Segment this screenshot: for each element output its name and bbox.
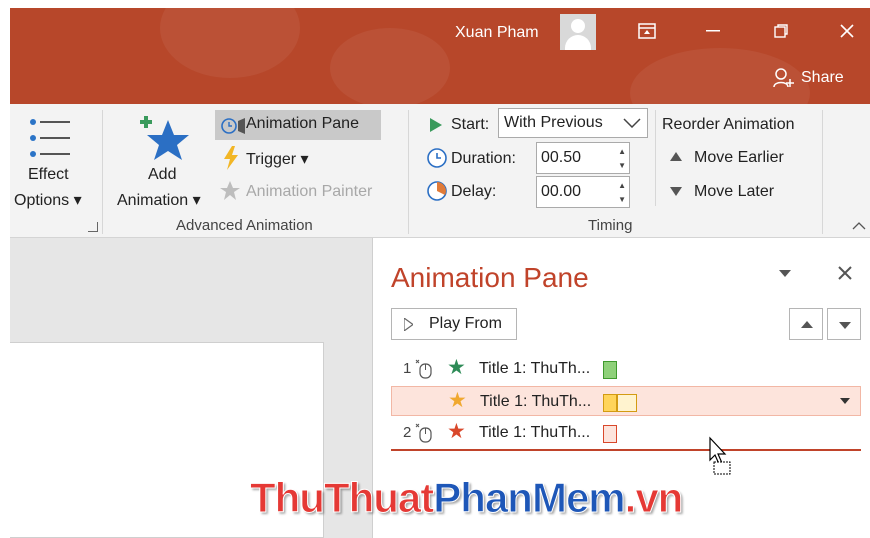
spin-arrows-icon[interactable]: ▲ ▼	[618, 179, 626, 207]
delay-spinner[interactable]: 00.00 ▲ ▼	[536, 176, 630, 208]
timeline-bar	[617, 394, 637, 412]
move-up-button[interactable]	[789, 308, 823, 340]
collapse-ribbon-icon[interactable]	[852, 222, 866, 230]
move-later-button[interactable]: Move Later	[666, 178, 816, 206]
exit-effect-star-icon: ★	[447, 420, 466, 443]
animation-label: Title 1: ThuTh...	[479, 424, 591, 441]
duration-spinner[interactable]: 00.50 ▲ ▼	[536, 142, 630, 174]
move-earlier-label: Move Earlier	[694, 149, 784, 166]
effect-options-button[interactable]: Effect Options ▾	[10, 108, 96, 209]
triangle-up-icon	[670, 152, 682, 161]
entrance-effect-star-icon: ★	[447, 356, 466, 379]
chevron-down-icon	[623, 118, 641, 128]
animation-label: Title 1: ThuTh...	[479, 360, 591, 377]
reorder-animation-label: Reorder Animation	[662, 116, 795, 133]
animation-list-item-selected[interactable]: ★ Title 1: ThuTh...	[391, 386, 861, 416]
mouse-click-icon	[415, 359, 432, 379]
duration-clock-icon	[427, 148, 447, 168]
animation-painter-button[interactable]: Animation Painter	[246, 183, 372, 201]
background-swirl	[330, 28, 450, 104]
triangle-up-icon	[801, 321, 813, 328]
animation-order-number: 2	[403, 424, 412, 441]
item-menu-dropdown-icon[interactable]	[840, 398, 850, 405]
delay-label: Delay:	[451, 183, 497, 200]
start-label: Start:	[451, 116, 490, 133]
triangle-down-icon	[839, 322, 851, 329]
pane-title: Animation Pane	[391, 262, 589, 293]
close-icon[interactable]	[830, 16, 864, 46]
watermark-part3: .vn	[624, 474, 684, 522]
watermark-part1: ThuThuat	[249, 474, 434, 522]
timeline-bar	[603, 425, 617, 443]
share-person-icon	[773, 68, 794, 88]
ribbon-display-options-icon[interactable]	[630, 16, 664, 46]
move-earlier-button[interactable]: Move Earlier	[666, 144, 816, 172]
ribbon-separator	[102, 110, 103, 234]
title-bar: Xuan Pham Share	[10, 8, 870, 104]
timeline-bar	[603, 394, 617, 412]
duration-value: 00.50	[541, 149, 582, 166]
restore-icon[interactable]	[764, 16, 798, 46]
background-swirl	[160, 8, 300, 78]
spin-arrows-icon[interactable]: ▲ ▼	[618, 145, 626, 173]
ribbon-separator	[408, 110, 409, 234]
play-icon	[404, 318, 413, 331]
trigger-button[interactable]: Trigger ▾	[246, 149, 309, 169]
share-label: Share	[801, 69, 844, 86]
effect-options-line1: Effect	[28, 166, 69, 183]
timing-group-label: Timing	[588, 217, 633, 234]
share-button[interactable]: Share	[773, 68, 844, 88]
triangle-down-icon	[670, 187, 682, 196]
play-from-label: Play From	[429, 315, 502, 332]
delay-clock-icon	[427, 181, 447, 201]
animation-list-item[interactable]: 1 ★ Title 1: ThuTh...	[391, 354, 861, 384]
animation-order-number: 1	[403, 360, 412, 377]
move-down-button[interactable]	[827, 308, 861, 340]
delay-value: 00.00	[541, 183, 582, 200]
add-animation-star-icon	[140, 116, 189, 160]
move-later-label: Move Later	[694, 183, 775, 200]
mouse-click-icon	[415, 423, 432, 443]
minimize-icon[interactable]	[696, 16, 730, 46]
add-animation-button[interactable]: Add Animation ▾	[112, 108, 212, 209]
timeline-bar	[603, 361, 617, 379]
duration-label: Duration:	[451, 150, 516, 167]
add-animation-line2: Animation ▾	[117, 192, 201, 209]
watermark-part2: PhanMem	[433, 474, 626, 522]
dialog-launcher-icon[interactable]	[88, 222, 98, 232]
ribbon: Effect Options ▾ Add Animation ▾ Animati…	[10, 104, 870, 238]
animation-pane-icon	[221, 118, 245, 134]
trigger-lightning-icon	[224, 146, 238, 170]
start-value: With Previous	[504, 114, 603, 131]
user-name[interactable]: Xuan Pham	[455, 24, 539, 42]
watermark-logo: ThuThuatPhanMem.vn	[249, 474, 684, 522]
pane-close-icon[interactable]	[838, 266, 852, 280]
animation-painter-icon	[220, 181, 240, 200]
effect-options-icon	[30, 119, 70, 157]
pane-options-dropdown-icon[interactable]	[779, 270, 791, 278]
start-play-icon	[430, 118, 442, 132]
ribbon-separator	[822, 110, 823, 234]
ribbon-separator	[655, 110, 656, 206]
animation-label: Title 1: ThuTh...	[480, 393, 592, 410]
drop-insertion-line	[391, 449, 861, 451]
effect-options-line2: Options ▾	[14, 192, 82, 209]
animation-pane-label: Animation Pane	[246, 115, 359, 132]
play-from-button[interactable]: Play From	[391, 308, 517, 340]
drag-cursor-icon	[709, 436, 731, 475]
animation-list-item[interactable]: 2 ★ Title 1: ThuTh...	[391, 418, 861, 448]
avatar[interactable]	[560, 14, 596, 50]
advanced-animation-group-label: Advanced Animation	[176, 217, 313, 234]
start-dropdown[interactable]: With Previous	[498, 108, 648, 138]
add-animation-line1: Add	[148, 166, 177, 183]
emphasis-effect-star-icon: ★	[448, 389, 467, 412]
